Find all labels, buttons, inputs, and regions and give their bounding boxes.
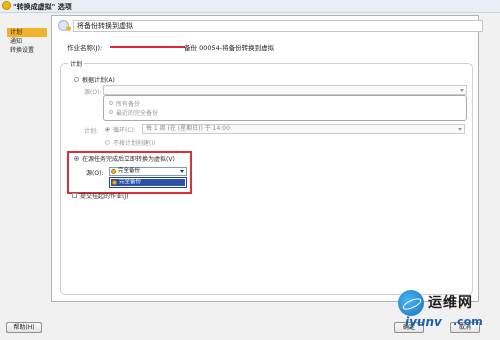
sidebar-item-schedule[interactable]: 计划 [7, 28, 47, 37]
watermark-logo-icon [398, 290, 424, 316]
page-title: 将备份转换到虚拟 [73, 20, 483, 32]
dropdown-item-full-backup[interactable]: 完全备份 [111, 179, 185, 186]
job-name-label: 作业名称(J): [67, 44, 103, 52]
redacted-mark [110, 46, 185, 48]
chevron-down-icon [180, 170, 184, 173]
schedule-source-label: 源(O): [84, 89, 102, 96]
source-dropdown-list: 完全备份 [109, 177, 187, 188]
watermark-url: iyunv [405, 315, 442, 329]
chevron-down-icon [458, 128, 462, 131]
latest-full-backup-label: 最近的完全备份 [116, 110, 159, 117]
window-title: "转换成虚拟" 选项 [13, 3, 72, 11]
submit-paused-checkbox[interactable] [72, 193, 77, 198]
all-backups-label: 所有备份 [116, 101, 141, 108]
sidebar-item-conversion-settings[interactable]: 转换设置 [7, 46, 47, 55]
app-icon [2, 1, 11, 10]
sidebar-item-notification[interactable]: 通知 [7, 37, 47, 46]
after-source-label: 源(O): [86, 170, 104, 177]
schedule-source-combo[interactable] [103, 85, 467, 95]
recurring-label: 循环(C): [113, 127, 136, 134]
recurring-combo[interactable]: 每 1 周 (在 (星期日)) 于 14:00 [142, 124, 465, 134]
dropdown-item-label: 完全备份 [119, 179, 142, 185]
no-schedule-radio[interactable] [105, 140, 110, 145]
watermark-suffix: .com [453, 315, 483, 328]
after-source-value: 完全备份 [118, 168, 141, 174]
recurring-radio[interactable] [105, 127, 110, 132]
after-source-combo[interactable]: 完全备份 [109, 167, 187, 176]
job-name-value[interactable]: 备份 00054-将备份转换到虚拟 [184, 42, 274, 52]
title-bar: "转换成虚拟" 选项 [0, 0, 500, 13]
schedule-label: 计划: [84, 128, 99, 135]
sidebar: 计划 通知 转换设置 [7, 28, 47, 55]
full-backup-icon [111, 169, 116, 174]
by-schedule-radio[interactable] [74, 77, 79, 82]
chevron-down-icon [460, 89, 464, 92]
after-backup-label: 在源任务完成后立即转换为虚拟(V) [82, 156, 175, 163]
no-schedule-label: 不按计划创建(I) [113, 140, 156, 147]
backup-virtual-icon [58, 20, 71, 31]
submit-paused-label: 提交挂起的作业(J) [80, 193, 129, 200]
all-backups-radio[interactable] [109, 101, 113, 105]
recurring-value: 每 1 周 (在 (星期日)) 于 14:00 [146, 125, 230, 132]
plan-group-label: 计划 [68, 59, 85, 68]
watermark-title: 运维网 [428, 295, 473, 311]
help-button[interactable]: 帮助(H) [6, 322, 42, 333]
full-backup-icon [112, 180, 117, 185]
by-schedule-label: 根据计划(A) [82, 77, 115, 84]
after-backup-radio[interactable] [74, 156, 79, 161]
latest-full-backup-radio[interactable] [109, 110, 113, 114]
